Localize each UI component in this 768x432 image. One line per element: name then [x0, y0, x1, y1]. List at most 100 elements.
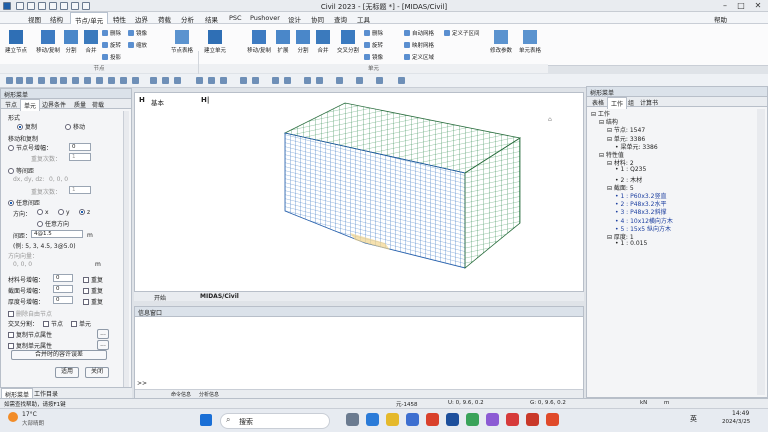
menu-pushover[interactable]: Pushover: [250, 14, 280, 22]
divide-node-button[interactable]: 分割: [62, 30, 80, 54]
menu-psc[interactable]: PSC: [229, 14, 242, 22]
label-icon[interactable]: [376, 77, 383, 84]
menu-view[interactable]: 视图: [28, 14, 41, 24]
thk-repeat-check[interactable]: 重复: [83, 297, 103, 306]
element-table-button[interactable]: 单元表格: [516, 30, 544, 54]
store-icon[interactable]: [406, 413, 419, 426]
cross-node-check[interactable]: 节点: [43, 319, 63, 328]
dir-vector-input[interactable]: 0, 0, 0: [13, 261, 32, 268]
spacing-input[interactable]: 4@1.5: [31, 230, 83, 238]
inactivate-icon[interactable]: [284, 77, 291, 84]
zoom-fit-icon[interactable]: [50, 77, 57, 84]
snap-icon[interactable]: [252, 77, 259, 84]
menu-results[interactable]: 结果: [205, 14, 218, 24]
measure-icon[interactable]: [316, 77, 323, 84]
dir-y-radio[interactable]: y: [58, 209, 70, 216]
taskview-icon[interactable]: [346, 413, 359, 426]
taskbar-search[interactable]: 搜索: [220, 413, 330, 429]
divide-element-button[interactable]: 分割: [294, 30, 312, 54]
minimize-button[interactable]: –: [718, 1, 732, 11]
project-node-button[interactable]: 投影: [102, 53, 121, 61]
extend-button[interactable]: 扩展: [274, 30, 292, 54]
sec-incr-input[interactable]: 0: [53, 285, 73, 293]
app2-icon[interactable]: [486, 413, 499, 426]
select-icon[interactable]: [6, 77, 13, 84]
query-icon[interactable]: [398, 77, 405, 84]
node-number-icon[interactable]: [208, 77, 215, 84]
right-scrollbar[interactable]: [757, 109, 765, 395]
view-cube-icon[interactable]: ⌂: [548, 116, 552, 123]
menu-load[interactable]: 荷载: [158, 14, 171, 24]
menu-structure[interactable]: 结构: [50, 14, 63, 24]
menu-properties[interactable]: 特性: [113, 14, 126, 24]
cross-divide-button[interactable]: 交叉分割: [334, 30, 362, 54]
node-attr-more-button[interactable]: ...: [97, 329, 109, 339]
define-region-button[interactable]: 定义区域: [404, 53, 434, 61]
copy-node-attr-check[interactable]: 复制节点属性: [8, 330, 52, 339]
select-polygon-icon[interactable]: [26, 77, 33, 84]
close-dialog-button[interactable]: 关闭: [85, 367, 109, 378]
status-length-unit[interactable]: m: [664, 400, 669, 406]
repeat-input-2[interactable]: 1: [69, 186, 91, 194]
maximize-button[interactable]: □: [734, 1, 748, 11]
edge-icon[interactable]: [366, 413, 379, 426]
tab-work[interactable]: 工作: [607, 97, 628, 109]
app-icon[interactable]: [426, 413, 439, 426]
rotate-node-button[interactable]: 旋转: [102, 41, 121, 49]
cross-elem-check[interactable]: 单元: [71, 319, 91, 328]
delete-node-button[interactable]: 删除: [102, 29, 121, 37]
rotate-element-button[interactable]: 旋转: [364, 41, 383, 49]
rotate-view-icon[interactable]: [84, 77, 91, 84]
right-view-icon[interactable]: [132, 77, 139, 84]
merge-element-button[interactable]: 合并: [314, 30, 332, 54]
grid-icon[interactable]: [240, 77, 247, 84]
clock-date[interactable]: 2024/3/25: [722, 419, 750, 425]
mirror-element-button[interactable]: 镜像: [364, 53, 383, 61]
command-prompt[interactable]: >>: [137, 380, 147, 387]
tab-load[interactable]: 荷载: [89, 99, 107, 110]
mat-repeat-check[interactable]: 重复: [83, 275, 103, 284]
arb-dir-radio[interactable]: 任意方向: [37, 219, 69, 228]
menu-boundary[interactable]: 边界: [135, 14, 148, 24]
tab-start[interactable]: 开始: [154, 293, 166, 302]
copy-radio[interactable]: 复制: [17, 122, 37, 131]
tab-mass[interactable]: 质量: [71, 99, 89, 110]
repeat-input[interactable]: 1: [69, 153, 91, 161]
explorer-icon[interactable]: [386, 413, 399, 426]
wechat-icon[interactable]: [466, 413, 479, 426]
color-icon[interactable]: [356, 77, 363, 84]
create-element-button[interactable]: 建立单元: [201, 30, 229, 54]
menu-query[interactable]: 查询: [334, 14, 347, 24]
weather-icon[interactable]: [8, 412, 18, 422]
equal-spacing-radio[interactable]: 等间距: [8, 166, 34, 175]
del-free-node-check[interactable]: 删除自由节点: [8, 309, 52, 318]
move-copy-element-button[interactable]: 移动/复制: [245, 30, 273, 54]
arbitrary-spacing-radio[interactable]: 任意间距: [8, 198, 40, 207]
model-viewport[interactable]: H 基本 H| ⌂: [134, 92, 584, 299]
dir-x-radio[interactable]: x: [37, 209, 49, 216]
ime-indicator[interactable]: 英: [690, 414, 697, 424]
render-icon[interactable]: [174, 77, 181, 84]
ucs-icon[interactable]: [304, 77, 311, 84]
dir-z-radio[interactable]: z: [79, 209, 90, 216]
app4-icon[interactable]: [526, 413, 539, 426]
dxdydz-input[interactable]: 0, 0, 0: [49, 176, 68, 183]
create-node-button[interactable]: 建立节点: [2, 30, 30, 54]
tab-report[interactable]: 计算书: [637, 97, 661, 108]
menu-help[interactable]: 帮助: [714, 14, 727, 24]
tab-node[interactable]: 节点: [2, 99, 20, 110]
node-incr-radio[interactable]: 节点号增幅：: [8, 143, 52, 152]
close-button[interactable]: ✕: [751, 1, 765, 11]
midas-icon[interactable]: [446, 413, 459, 426]
merge-tolerance-button[interactable]: 合并时的容许误差: [11, 350, 107, 360]
tree-item[interactable]: • 1 : Q235: [615, 166, 646, 173]
apply-button[interactable]: 适用: [55, 367, 79, 378]
copy-elem-attr-check[interactable]: 复制单元属性: [8, 341, 52, 350]
modify-params-button[interactable]: 修改参数: [487, 30, 515, 54]
front-view-icon[interactable]: [108, 77, 115, 84]
thk-incr-input[interactable]: 0: [53, 296, 73, 304]
app3-icon[interactable]: [506, 413, 519, 426]
pan-icon[interactable]: [72, 77, 79, 84]
menu-design[interactable]: 设计: [288, 14, 301, 24]
sec-repeat-check[interactable]: 重复: [83, 286, 103, 295]
